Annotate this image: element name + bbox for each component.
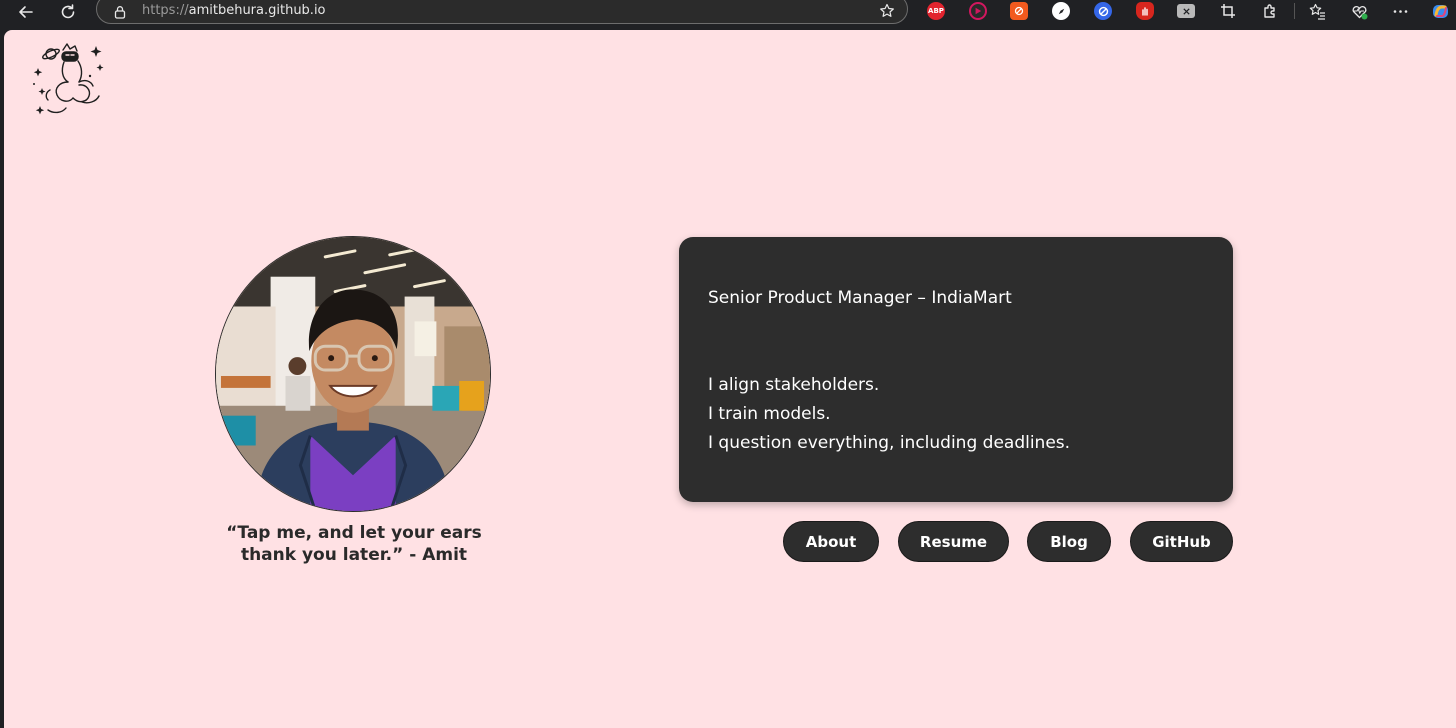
back-button[interactable] xyxy=(12,0,40,24)
github-button[interactable]: GitHub xyxy=(1130,521,1233,562)
ban-icon xyxy=(1098,6,1108,16)
browser-toolbar: https://amitbehura.github.io ABP xyxy=(0,0,1456,30)
resume-button[interactable]: Resume xyxy=(898,521,1009,562)
intro-lines: I align stakeholders. I train models. I … xyxy=(708,371,1204,458)
reload-button[interactable] xyxy=(54,0,82,24)
about-button[interactable]: About xyxy=(783,521,879,562)
intro-line: I train models. xyxy=(708,404,831,424)
stop-hand-extension-icon[interactable] xyxy=(1136,2,1154,20)
profile-photo-illustration xyxy=(216,237,490,511)
copilot-button[interactable] xyxy=(1431,2,1449,20)
extensions-button[interactable] xyxy=(1261,2,1279,20)
intro-line: I align stakeholders. xyxy=(708,375,880,395)
lock-icon[interactable] xyxy=(113,5,127,19)
puzzle-piece-icon xyxy=(1263,3,1275,18)
page-viewport: “Tap me, and let your ears thank you lat… xyxy=(4,30,1456,728)
intro-line: I question everything, including deadlin… xyxy=(708,433,1071,453)
block-site-extension-icon[interactable] xyxy=(1010,2,1028,20)
window-extension-icon[interactable] xyxy=(1177,4,1195,18)
back-arrow-icon xyxy=(19,6,33,18)
more-options-button[interactable] xyxy=(1391,2,1409,20)
adblock-label: ABP xyxy=(928,7,944,15)
astronaut-cat-logo[interactable] xyxy=(30,40,108,120)
url-text[interactable]: https://amitbehura.github.io xyxy=(142,3,326,18)
compass-needle-icon xyxy=(1058,8,1064,14)
job-title: Senior Product Manager – IndiaMart xyxy=(708,288,1012,308)
heart-pulse-icon xyxy=(1352,5,1367,19)
toolbar-divider xyxy=(1294,3,1295,19)
media-player-extension-icon[interactable] xyxy=(969,2,987,20)
caption-line-2: thank you later.” - Amit xyxy=(240,545,468,565)
crop-icon xyxy=(1220,3,1235,18)
ellipsis-icon xyxy=(1393,9,1407,13)
intro-card: Senior Product Manager – IndiaMart I ali… xyxy=(679,237,1233,502)
favorites-button[interactable] xyxy=(1308,2,1326,20)
hand-icon xyxy=(1142,7,1148,16)
address-bar[interactable]: https://amitbehura.github.io xyxy=(96,0,908,24)
profile-photo[interactable] xyxy=(215,236,491,512)
favorites-star-list-icon xyxy=(1309,3,1325,20)
blog-button[interactable]: Blog xyxy=(1027,521,1111,562)
url-host: amitbehura.github.io xyxy=(188,3,326,18)
adblock-plus-extension-icon[interactable]: ABP xyxy=(927,2,945,20)
photo-caption: “Tap me, and let your ears thank you lat… xyxy=(204,522,504,566)
blocked-icon xyxy=(1014,6,1024,16)
caption-line-1: “Tap me, and let your ears xyxy=(226,523,482,543)
play-icon xyxy=(975,7,982,15)
browser-health-button[interactable] xyxy=(1350,2,1368,20)
favorite-star-icon[interactable] xyxy=(879,3,895,19)
reload-icon xyxy=(61,4,75,19)
screenshot-button[interactable] xyxy=(1219,2,1237,20)
copilot-icon xyxy=(1432,4,1448,18)
url-scheme: https:// xyxy=(142,3,189,18)
compass-extension-icon[interactable] xyxy=(1052,2,1070,20)
close-x-icon xyxy=(1182,7,1190,15)
ublock-extension-icon[interactable] xyxy=(1094,2,1112,20)
